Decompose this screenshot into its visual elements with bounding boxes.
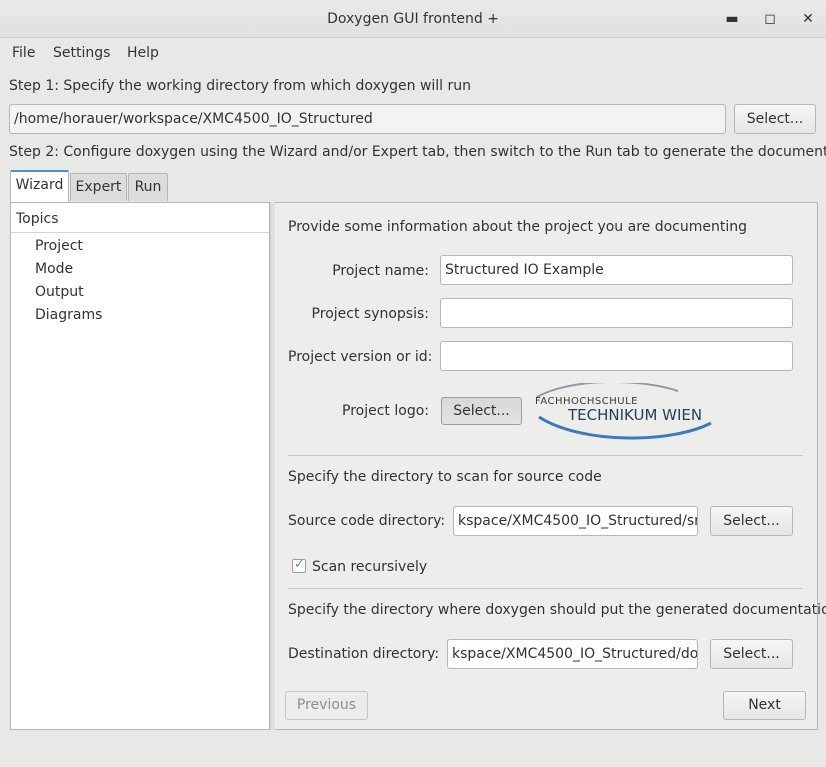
destination-intro-text: Specify the directory where doxygen shou… [288,602,826,618]
step1-label: Step 1: Specify the working directory fr… [9,78,472,94]
menu-help[interactable]: Help [127,45,159,61]
divider [288,588,803,589]
destination-directory-field[interactable]: kspace/XMC4500_IO_Structured/doc [447,639,698,669]
logo-text-bottom: TECHNIKUM WIEN [568,406,703,424]
working-directory-select-button[interactable]: Select... [734,104,816,134]
window-title: Doxygen GUI frontend + [327,11,499,27]
divider [288,455,803,456]
project-logo-label: Project logo: [342,403,429,419]
menu-file[interactable]: File [12,45,35,61]
next-button[interactable]: Next [723,691,806,720]
destination-directory-select-button[interactable]: Select... [710,639,793,669]
project-version-label: Project version or id: [288,349,433,365]
topic-mode[interactable]: Mode [35,261,73,277]
working-directory-field[interactable]: /home/horauer/workspace/XMC4500_IO_Struc… [9,104,726,134]
project-name-label: Project name: [332,263,429,279]
topic-project[interactable]: Project [35,238,83,254]
tab-run[interactable]: Run [128,173,168,201]
tab-expert[interactable]: Expert [70,173,127,201]
topics-panel: Topics Project Mode Output Diagrams [10,202,270,730]
project-version-field[interactable] [440,341,793,371]
source-directory-select-button[interactable]: Select... [710,506,793,536]
topic-diagrams[interactable]: Diagrams [35,307,102,323]
source-intro-text: Specify the directory to scan for source… [288,469,602,485]
topic-output[interactable]: Output [35,284,84,300]
minimize-icon[interactable]: ▬ [722,9,742,29]
project-name-field[interactable]: Structured IO Example [440,255,793,285]
project-synopsis-label: Project synopsis: [311,306,429,322]
menu-settings[interactable]: Settings [53,45,110,61]
scan-recursively-checkbox[interactable] [292,557,306,573]
maximize-icon[interactable]: ◻ [760,9,780,29]
project-logo-select-button[interactable]: Select... [441,397,522,425]
destination-directory-label: Destination directory: [288,646,440,662]
topics-header: Topics [11,203,269,233]
previous-button[interactable]: Previous [285,691,368,720]
source-directory-label: Source code directory: [288,513,446,529]
project-synopsis-field[interactable] [440,298,793,328]
source-directory-field[interactable]: kspace/XMC4500_IO_Structured/src [453,506,698,536]
scan-recursively-label[interactable]: Scan recursively [312,559,427,575]
project-intro-text: Provide some information about the proje… [288,219,748,235]
project-logo-image: FACHHOCHSCHULE TECHNIKUM WIEN [533,380,723,441]
tab-wizard[interactable]: Wizard [10,170,69,202]
step2-label: Step 2: Configure doxygen using the Wiza… [9,144,826,160]
close-icon[interactable]: ✕ [798,9,818,29]
title-bar: Doxygen GUI frontend + ▬ ◻ ✕ [0,0,826,38]
